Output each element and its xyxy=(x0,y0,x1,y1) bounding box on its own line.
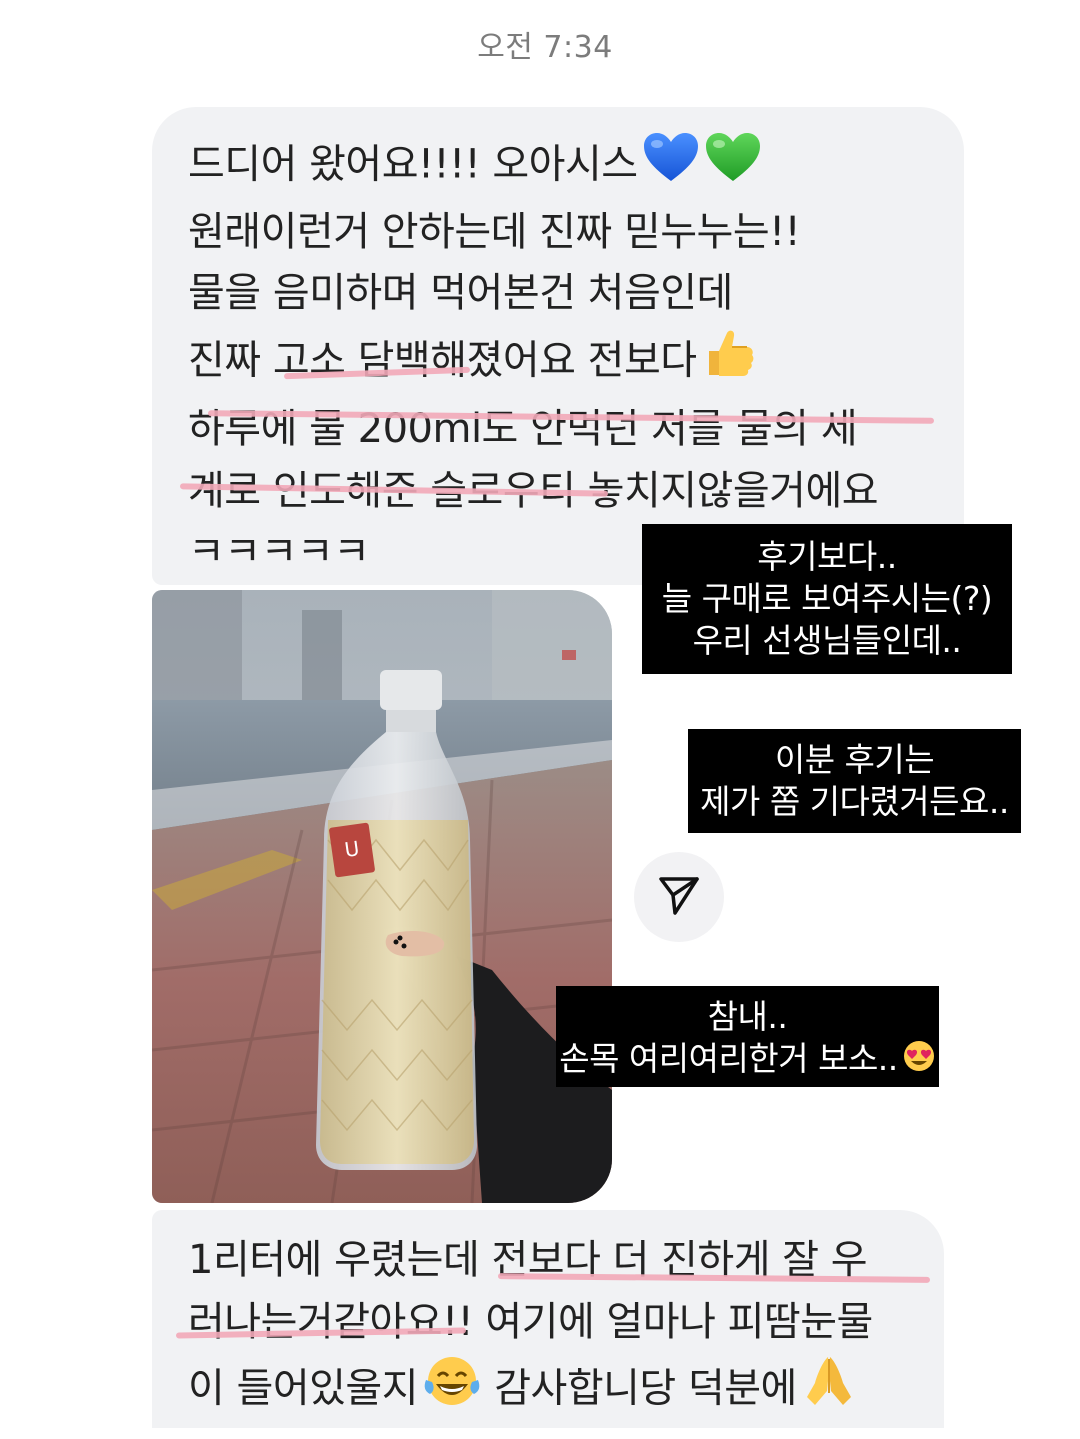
blue-heart-icon xyxy=(642,131,700,202)
bottom-edge xyxy=(0,1428,1080,1439)
timestamp: 오전 7:34 xyxy=(477,30,613,65)
message-line: 드디어 왔어요!!!! 오아시스 xyxy=(188,131,934,202)
caption-overlay-2: 이분 후기는 제가 쫌 기다렸거든요.. xyxy=(688,729,1021,833)
message-line: 진짜 고소 담백해졌어요 전보다 xyxy=(188,325,934,400)
caption-line: 참내.. xyxy=(707,997,788,1036)
thumbs-up-icon xyxy=(701,325,757,400)
caption-line: 이분 후기는 xyxy=(774,740,935,779)
water-bottle-photo: U xyxy=(152,590,612,1203)
photo-water-bottle[interactable]: U xyxy=(152,590,612,1203)
laughing-tears-icon xyxy=(422,1354,482,1427)
caption-line: 제가 쫌 기다렸거든요.. xyxy=(700,782,1009,821)
share-button[interactable] xyxy=(634,852,724,942)
message-bubble-2[interactable]: 1리터에 우렸는데 전보다 더 진하게 잘 우 러나는거같아요!! 여기에 얼마… xyxy=(152,1210,944,1439)
caption-overlay-1: 후기보다.. 늘 구매로 보여주시는(?) 우리 선생님들인데.. xyxy=(642,524,1012,674)
caption-overlay-3: 참내.. 손목 여리여리한거 보소.. xyxy=(556,986,939,1087)
green-heart-icon xyxy=(704,131,762,202)
caption-line: 후기보다.. xyxy=(757,537,897,576)
caption-line: 우리 선생님들인데.. xyxy=(692,621,962,660)
message-line: 1리터에 우렸는데 전보다 더 진하게 잘 우 xyxy=(188,1237,868,1283)
send-arrow-icon xyxy=(657,873,701,921)
caption-line: 늘 구매로 보여주시는(?) xyxy=(661,579,993,618)
heart-eyes-icon xyxy=(902,1039,936,1083)
folded-hands-icon xyxy=(801,1353,857,1428)
message-line: 원래이런거 안하는데 진짜 믿누누는!! xyxy=(188,208,801,255)
message-line: 이 들어있울지 감사합니당 덕분에 xyxy=(188,1353,914,1428)
message-line: 러나는거같아요!! 여기에 얼마나 피땀눈물 xyxy=(188,1298,873,1345)
caption-line: 손목 여리여리한거 보소.. xyxy=(556,1038,939,1083)
message-line: 하루에 물 200ml도 안먹던 저를 물의 세 xyxy=(188,406,858,452)
message-bubble-1[interactable]: 드디어 왔어요!!!! 오아시스 원래이런거 안하는데 진짜 믿누누는!! 물을… xyxy=(152,107,964,585)
message-line: 물을 음미하며 먹어본건 처음인데 xyxy=(188,270,733,316)
